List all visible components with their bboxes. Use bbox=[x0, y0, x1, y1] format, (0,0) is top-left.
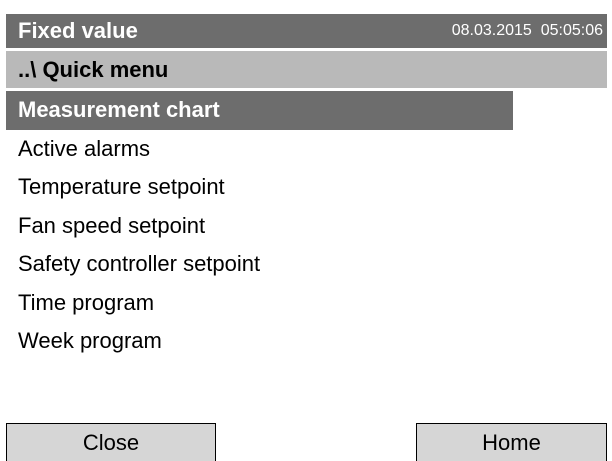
page-title: Fixed value bbox=[18, 18, 138, 43]
menu-item-active-alarms[interactable]: Active alarms bbox=[6, 130, 607, 169]
menu-item-fan-speed-setpoint[interactable]: Fan speed setpoint bbox=[6, 207, 607, 246]
breadcrumb: ..\ Quick menu bbox=[6, 51, 607, 88]
menu-item-week-program[interactable]: Week program bbox=[6, 322, 607, 361]
date-time: 08.03.2015 05:05:06 bbox=[451, 22, 603, 39]
menu-item-safety-controller-setpoint[interactable]: Safety controller setpoint bbox=[6, 245, 607, 284]
close-button[interactable]: Close bbox=[6, 423, 216, 461]
menu-item-time-program[interactable]: Time program bbox=[6, 284, 607, 323]
menu-item-temperature-setpoint[interactable]: Temperature setpoint bbox=[6, 168, 607, 207]
quick-menu-list: Measurement chart Active alarms Temperat… bbox=[6, 91, 607, 361]
menu-item-measurement-chart[interactable]: Measurement chart bbox=[6, 91, 513, 130]
title-bar: Fixed value 08.03.2015 05:05:06 bbox=[6, 14, 607, 48]
controller-display: Fixed value 08.03.2015 05:05:06 ..\ Quic… bbox=[3, 3, 609, 461]
home-button[interactable]: Home bbox=[416, 423, 607, 461]
